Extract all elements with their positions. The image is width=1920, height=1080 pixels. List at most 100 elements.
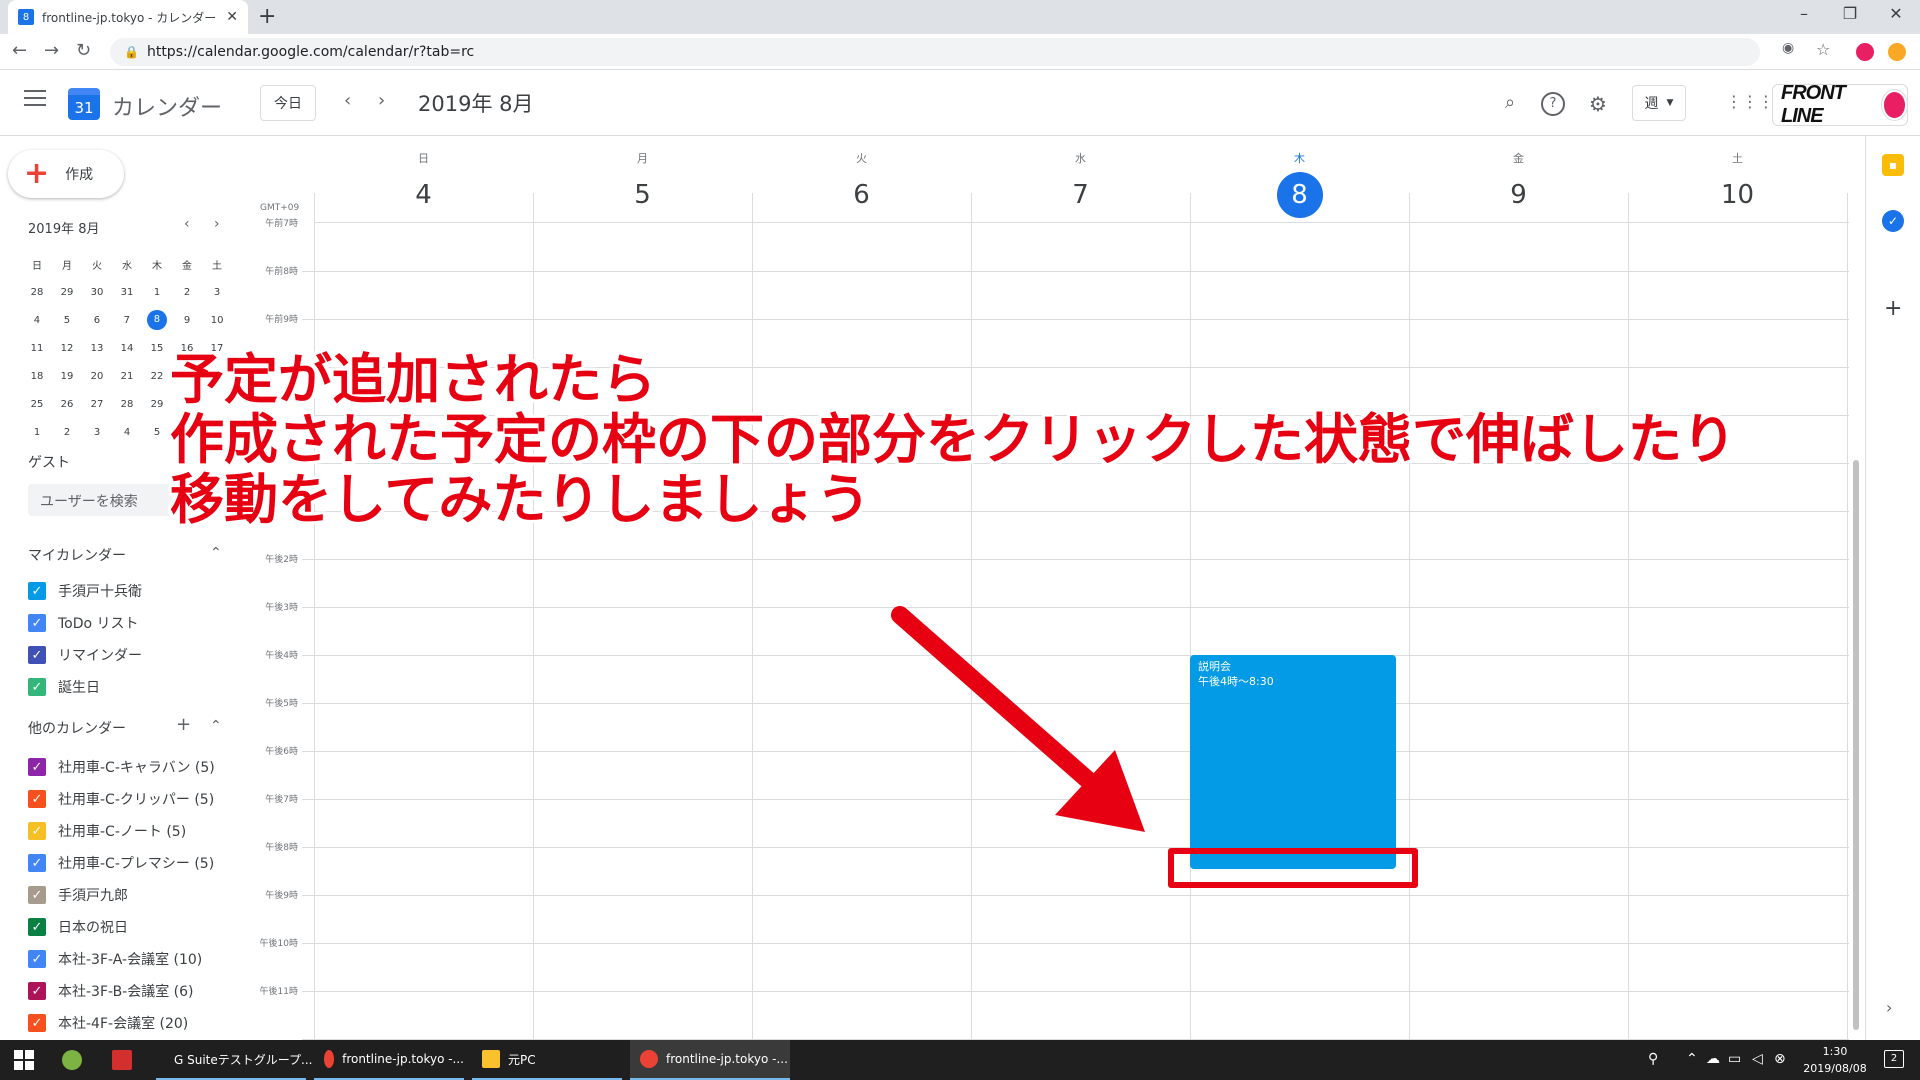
account-switcher[interactable]: FRONT LINE <box>1772 82 1908 127</box>
calendar-item[interactable]: ✓ 誕生日 <box>28 676 100 698</box>
mini-day[interactable]: 28 <box>22 287 52 298</box>
status-icon[interactable]: ⊗ <box>1774 1051 1786 1067</box>
mini-day[interactable]: 1 <box>142 287 172 298</box>
notifications-icon[interactable]: 2 <box>1884 1050 1904 1068</box>
restore-icon[interactable]: ❐ <box>1830 4 1870 23</box>
mini-day[interactable]: 8 <box>147 310 167 330</box>
chevron-right-icon[interactable]: › <box>1886 998 1892 1017</box>
reload-icon[interactable]: ↻ <box>76 40 91 61</box>
mini-day[interactable]: 25 <box>22 399 52 410</box>
mini-day[interactable]: 20 <box>82 371 112 382</box>
other-calendars-label[interactable]: 他のカレンダー <box>28 718 126 738</box>
mini-day[interactable]: 12 <box>52 343 82 354</box>
mini-day[interactable]: 5 <box>52 315 82 326</box>
checkbox-icon[interactable]: ✓ <box>28 1014 46 1032</box>
mini-day[interactable]: 27 <box>82 399 112 410</box>
tasks-check-icon[interactable]: ✓ <box>1882 210 1904 232</box>
checkbox-icon[interactable]: ✓ <box>28 854 46 872</box>
day-number[interactable]: 4 <box>401 172 447 218</box>
settings-gear-icon[interactable]: ⚙ <box>1586 92 1610 116</box>
apps-grid-icon[interactable]: ⋮⋮⋮ <box>1726 92 1774 116</box>
day-number[interactable]: 10 <box>1715 172 1761 218</box>
day-number[interactable]: 7 <box>1058 172 1104 218</box>
day-header[interactable]: 水7 <box>971 140 1190 218</box>
chevron-up-icon[interactable]: ⌃ <box>210 545 222 561</box>
help-icon[interactable]: ? <box>1541 92 1565 116</box>
mini-day[interactable]: 2 <box>52 427 82 438</box>
mini-day[interactable]: 21 <box>112 371 142 382</box>
mini-day[interactable]: 13 <box>82 343 112 354</box>
create-button[interactable]: + 作成 <box>8 150 124 198</box>
mini-day[interactable]: 15 <box>142 343 172 354</box>
day-header[interactable]: 日4 <box>314 140 533 218</box>
day-header[interactable]: 火6 <box>752 140 971 218</box>
checkbox-icon[interactable]: ✓ <box>28 614 46 632</box>
my-calendars-label[interactable]: マイカレンダー <box>28 545 126 565</box>
taskbar-item[interactable]: 元PC <box>472 1040 622 1080</box>
mini-day[interactable]: 29 <box>52 287 82 298</box>
main-menu-icon[interactable] <box>24 90 46 108</box>
mini-day[interactable]: 6 <box>82 315 112 326</box>
app-launcher-icon[interactable] <box>62 1050 82 1070</box>
avatar[interactable] <box>1881 90 1907 120</box>
calendar-item[interactable]: ✓ 本社-4F-会議室 (20) <box>28 1012 188 1034</box>
day-header[interactable]: 土 10 <box>1628 140 1847 218</box>
minimize-icon[interactable]: – <box>1784 4 1824 23</box>
new-tab-button[interactable]: + <box>258 4 276 29</box>
calendar-item[interactable]: ✓ 手須戸九郎 <box>28 884 128 906</box>
calendar-item[interactable]: ✓ 社用車-C-ノート (5) <box>28 820 186 842</box>
chevron-up-icon[interactable]: ⌃ <box>1686 1051 1698 1067</box>
next-week-icon[interactable]: › <box>378 90 385 111</box>
people-icon[interactable]: ⚲ <box>1648 1051 1658 1067</box>
checkbox-icon[interactable]: ✓ <box>28 646 46 664</box>
checkbox-icon[interactable]: ✓ <box>28 678 46 696</box>
checkbox-icon[interactable]: ✓ <box>28 886 46 904</box>
checkbox-icon[interactable]: ✓ <box>28 582 46 600</box>
mini-day[interactable]: 5 <box>142 427 172 438</box>
eye-icon[interactable]: ◉ <box>1782 40 1794 56</box>
taskbar-item[interactable]: frontline-jp.tokyo -... <box>314 1040 464 1080</box>
prev-week-icon[interactable]: ‹ <box>344 90 351 111</box>
search-icon[interactable]: ⌕ <box>1498 92 1522 116</box>
network-icon[interactable]: ▭ <box>1728 1051 1741 1067</box>
event-block[interactable]: 説明会 午後4時～8:30 <box>1190 655 1396 869</box>
day-number[interactable]: 6 <box>839 172 885 218</box>
mini-day[interactable]: 22 <box>142 371 172 382</box>
mini-day[interactable]: 31 <box>112 287 142 298</box>
forward-icon[interactable]: → <box>44 40 59 61</box>
volume-muted-icon[interactable]: ◁ <box>1752 1051 1763 1067</box>
view-select[interactable]: 週 ▼ <box>1632 85 1686 121</box>
mini-day[interactable]: 7 <box>112 315 142 326</box>
back-icon[interactable]: ← <box>12 40 27 61</box>
mini-day[interactable]: 10 <box>202 315 232 326</box>
add-addon-icon[interactable]: + <box>1884 296 1902 321</box>
keep-notes-icon[interactable]: ▪ <box>1882 154 1904 176</box>
checkbox-icon[interactable]: ✓ <box>28 982 46 1000</box>
mini-day[interactable]: 26 <box>52 399 82 410</box>
browser-profile-avatar[interactable] <box>1856 43 1874 61</box>
calendar-item[interactable]: ✓ 日本の祝日 <box>28 916 128 938</box>
checkbox-icon[interactable]: ✓ <box>28 950 46 968</box>
calendar-item[interactable]: ✓ 社用車-C-クリッパー (5) <box>28 788 214 810</box>
cloud-icon[interactable]: ☁ <box>1706 1051 1720 1067</box>
mini-day[interactable]: 28 <box>112 399 142 410</box>
calendar-item[interactable]: ✓ 本社-3F-A-会議室 (10) <box>28 948 202 970</box>
windows-start-icon[interactable] <box>14 1050 34 1070</box>
address-bar[interactable]: 🔒 https://calendar.google.com/calendar/r… <box>110 38 1760 66</box>
mini-day[interactable]: 4 <box>22 315 52 326</box>
calendar-item[interactable]: ✓ リマインダー <box>28 644 142 666</box>
mini-day[interactable]: 30 <box>82 287 112 298</box>
pdf-reader-icon[interactable] <box>112 1050 132 1070</box>
close-tab-icon[interactable]: ✕ <box>226 9 238 25</box>
mini-day[interactable]: 3 <box>202 287 232 298</box>
checkbox-icon[interactable]: ✓ <box>28 918 46 936</box>
calendar-item[interactable]: ✓ 本社-3F-B-会議室 (6) <box>28 980 194 1002</box>
day-header[interactable]: 金9 <box>1409 140 1628 218</box>
calendar-item[interactable]: ✓ 社用車-C-プレマシー (5) <box>28 852 214 874</box>
mini-prev-icon[interactable]: ‹ <box>184 216 190 232</box>
taskbar-item[interactable]: G Suiteテストグループ... <box>156 1040 312 1080</box>
mini-day[interactable]: 11 <box>22 343 52 354</box>
mini-day[interactable]: 19 <box>52 371 82 382</box>
day-header[interactable]: 月5 <box>533 140 752 218</box>
today-button[interactable]: 今日 <box>260 85 316 121</box>
